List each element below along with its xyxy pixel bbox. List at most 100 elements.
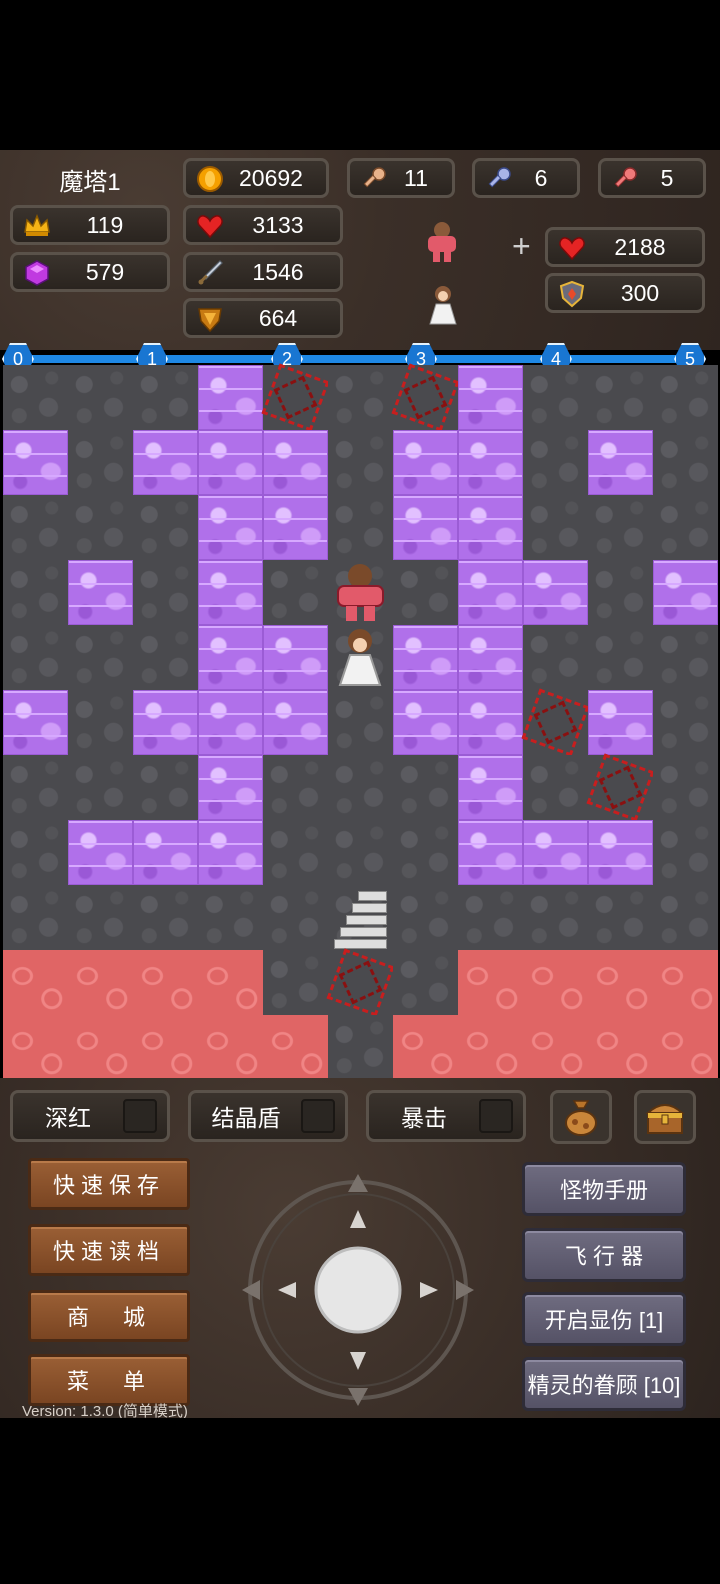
wall-tile[interactable]	[198, 625, 263, 690]
joystick[interactable]	[238, 1170, 478, 1410]
floor-tile[interactable]	[588, 885, 653, 950]
monster-manual-button[interactable]: 怪物手册	[522, 1162, 686, 1216]
wall-tile[interactable]	[393, 690, 458, 755]
toggle-checkbox[interactable]	[123, 1099, 157, 1133]
lava-tile[interactable]	[393, 1015, 458, 1080]
lava-tile[interactable]	[3, 950, 68, 1015]
wall-tile[interactable]	[198, 820, 263, 885]
floor-tile[interactable]	[393, 755, 458, 820]
floor-tile[interactable]	[653, 495, 718, 560]
floor-tile[interactable]	[133, 560, 198, 625]
wall-tile[interactable]	[458, 560, 523, 625]
floor-tile[interactable]	[523, 495, 588, 560]
lava-tile[interactable]	[263, 1015, 328, 1080]
floor-tile[interactable]	[133, 625, 198, 690]
wall-tile[interactable]	[133, 690, 198, 755]
floor-tile[interactable]	[653, 755, 718, 820]
floor-tile[interactable]	[393, 885, 458, 950]
lava-tile[interactable]	[523, 1015, 588, 1080]
floor-tile[interactable]	[588, 625, 653, 690]
floor-tile[interactable]	[133, 365, 198, 430]
lava-tile[interactable]	[198, 1015, 263, 1080]
wall-tile[interactable]	[458, 690, 523, 755]
cracked-floor-tile[interactable]	[588, 755, 653, 820]
game-map[interactable]	[3, 365, 718, 1080]
floor-tile[interactable]	[393, 560, 458, 625]
floor-tile[interactable]	[68, 625, 133, 690]
floor-tile[interactable]	[263, 885, 328, 950]
quick-load-button[interactable]: 快速读档	[28, 1224, 190, 1276]
floor-tile[interactable]	[458, 885, 523, 950]
floor-tile[interactable]	[328, 495, 393, 560]
cracked-floor-tile[interactable]	[523, 690, 588, 755]
lava-tile[interactable]	[588, 1015, 653, 1080]
floor-tile[interactable]	[588, 495, 653, 560]
wall-tile[interactable]	[263, 495, 328, 560]
floor-tile[interactable]	[653, 820, 718, 885]
wall-tile[interactable]	[393, 625, 458, 690]
wall-tile[interactable]	[588, 430, 653, 495]
lava-tile[interactable]	[3, 1015, 68, 1080]
wall-tile[interactable]	[198, 690, 263, 755]
floor-tile[interactable]	[3, 365, 68, 430]
wall-tile[interactable]	[458, 625, 523, 690]
floor-tile[interactable]	[523, 755, 588, 820]
floor-tile[interactable]	[588, 560, 653, 625]
wall-tile[interactable]	[458, 755, 523, 820]
toggle-checkbox[interactable]	[301, 1099, 335, 1133]
floor-tile[interactable]	[393, 820, 458, 885]
chest-button[interactable]	[634, 1090, 696, 1144]
lava-tile[interactable]	[523, 950, 588, 1015]
wall-tile[interactable]	[588, 820, 653, 885]
floor-tile[interactable]	[68, 755, 133, 820]
floor-tile[interactable]	[3, 885, 68, 950]
lava-tile[interactable]	[588, 950, 653, 1015]
floor-tile[interactable]	[68, 885, 133, 950]
bag-button[interactable]	[550, 1090, 612, 1144]
wall-tile[interactable]	[133, 820, 198, 885]
lava-tile[interactable]	[653, 1015, 718, 1080]
wall-tile[interactable]	[198, 495, 263, 560]
floor-tile[interactable]	[328, 690, 393, 755]
floor-tile[interactable]	[653, 625, 718, 690]
floor-tile[interactable]	[523, 625, 588, 690]
floor-tile[interactable]	[3, 495, 68, 560]
wall-tile[interactable]	[523, 820, 588, 885]
toggle-crystal-shield[interactable]: 结晶盾	[188, 1090, 348, 1142]
floor-tile[interactable]	[68, 365, 133, 430]
floor-tile[interactable]	[68, 690, 133, 755]
lava-tile[interactable]	[133, 950, 198, 1015]
fairy-blessing-button[interactable]: 精灵的眷顾 [10]	[522, 1357, 686, 1411]
shop-button[interactable]: 商 城	[28, 1290, 190, 1342]
fly-button[interactable]: 飞 行 器	[522, 1228, 686, 1282]
stairs-down-tile[interactable]	[328, 885, 393, 950]
floor-tile[interactable]	[263, 560, 328, 625]
floor-tile[interactable]	[328, 820, 393, 885]
floor-tile[interactable]	[523, 365, 588, 430]
floor-tile[interactable]	[523, 885, 588, 950]
floor-tile[interactable]	[328, 365, 393, 430]
wall-tile[interactable]	[263, 625, 328, 690]
floor-tile[interactable]	[328, 755, 393, 820]
fairy-tile[interactable]	[328, 625, 393, 690]
floor-tile[interactable]	[653, 885, 718, 950]
floor-tile[interactable]	[3, 755, 68, 820]
floor-tile[interactable]	[133, 755, 198, 820]
cracked-floor-tile[interactable]	[393, 365, 458, 430]
wall-tile[interactable]	[198, 755, 263, 820]
wall-tile[interactable]	[263, 430, 328, 495]
toggle-crimson[interactable]: 深红	[10, 1090, 170, 1142]
floor-tile[interactable]	[263, 755, 328, 820]
lava-tile[interactable]	[458, 1015, 523, 1080]
lava-tile[interactable]	[133, 1015, 198, 1080]
floor-tile[interactable]	[3, 625, 68, 690]
floor-tile[interactable]	[393, 950, 458, 1015]
show-damage-button[interactable]: 开启显伤 [1]	[522, 1292, 686, 1346]
floor-tile[interactable]	[328, 1015, 393, 1080]
wall-tile[interactable]	[458, 430, 523, 495]
hero-tile[interactable]	[328, 560, 393, 625]
wall-tile[interactable]	[523, 560, 588, 625]
wall-tile[interactable]	[68, 820, 133, 885]
wall-tile[interactable]	[458, 820, 523, 885]
wall-tile[interactable]	[458, 365, 523, 430]
